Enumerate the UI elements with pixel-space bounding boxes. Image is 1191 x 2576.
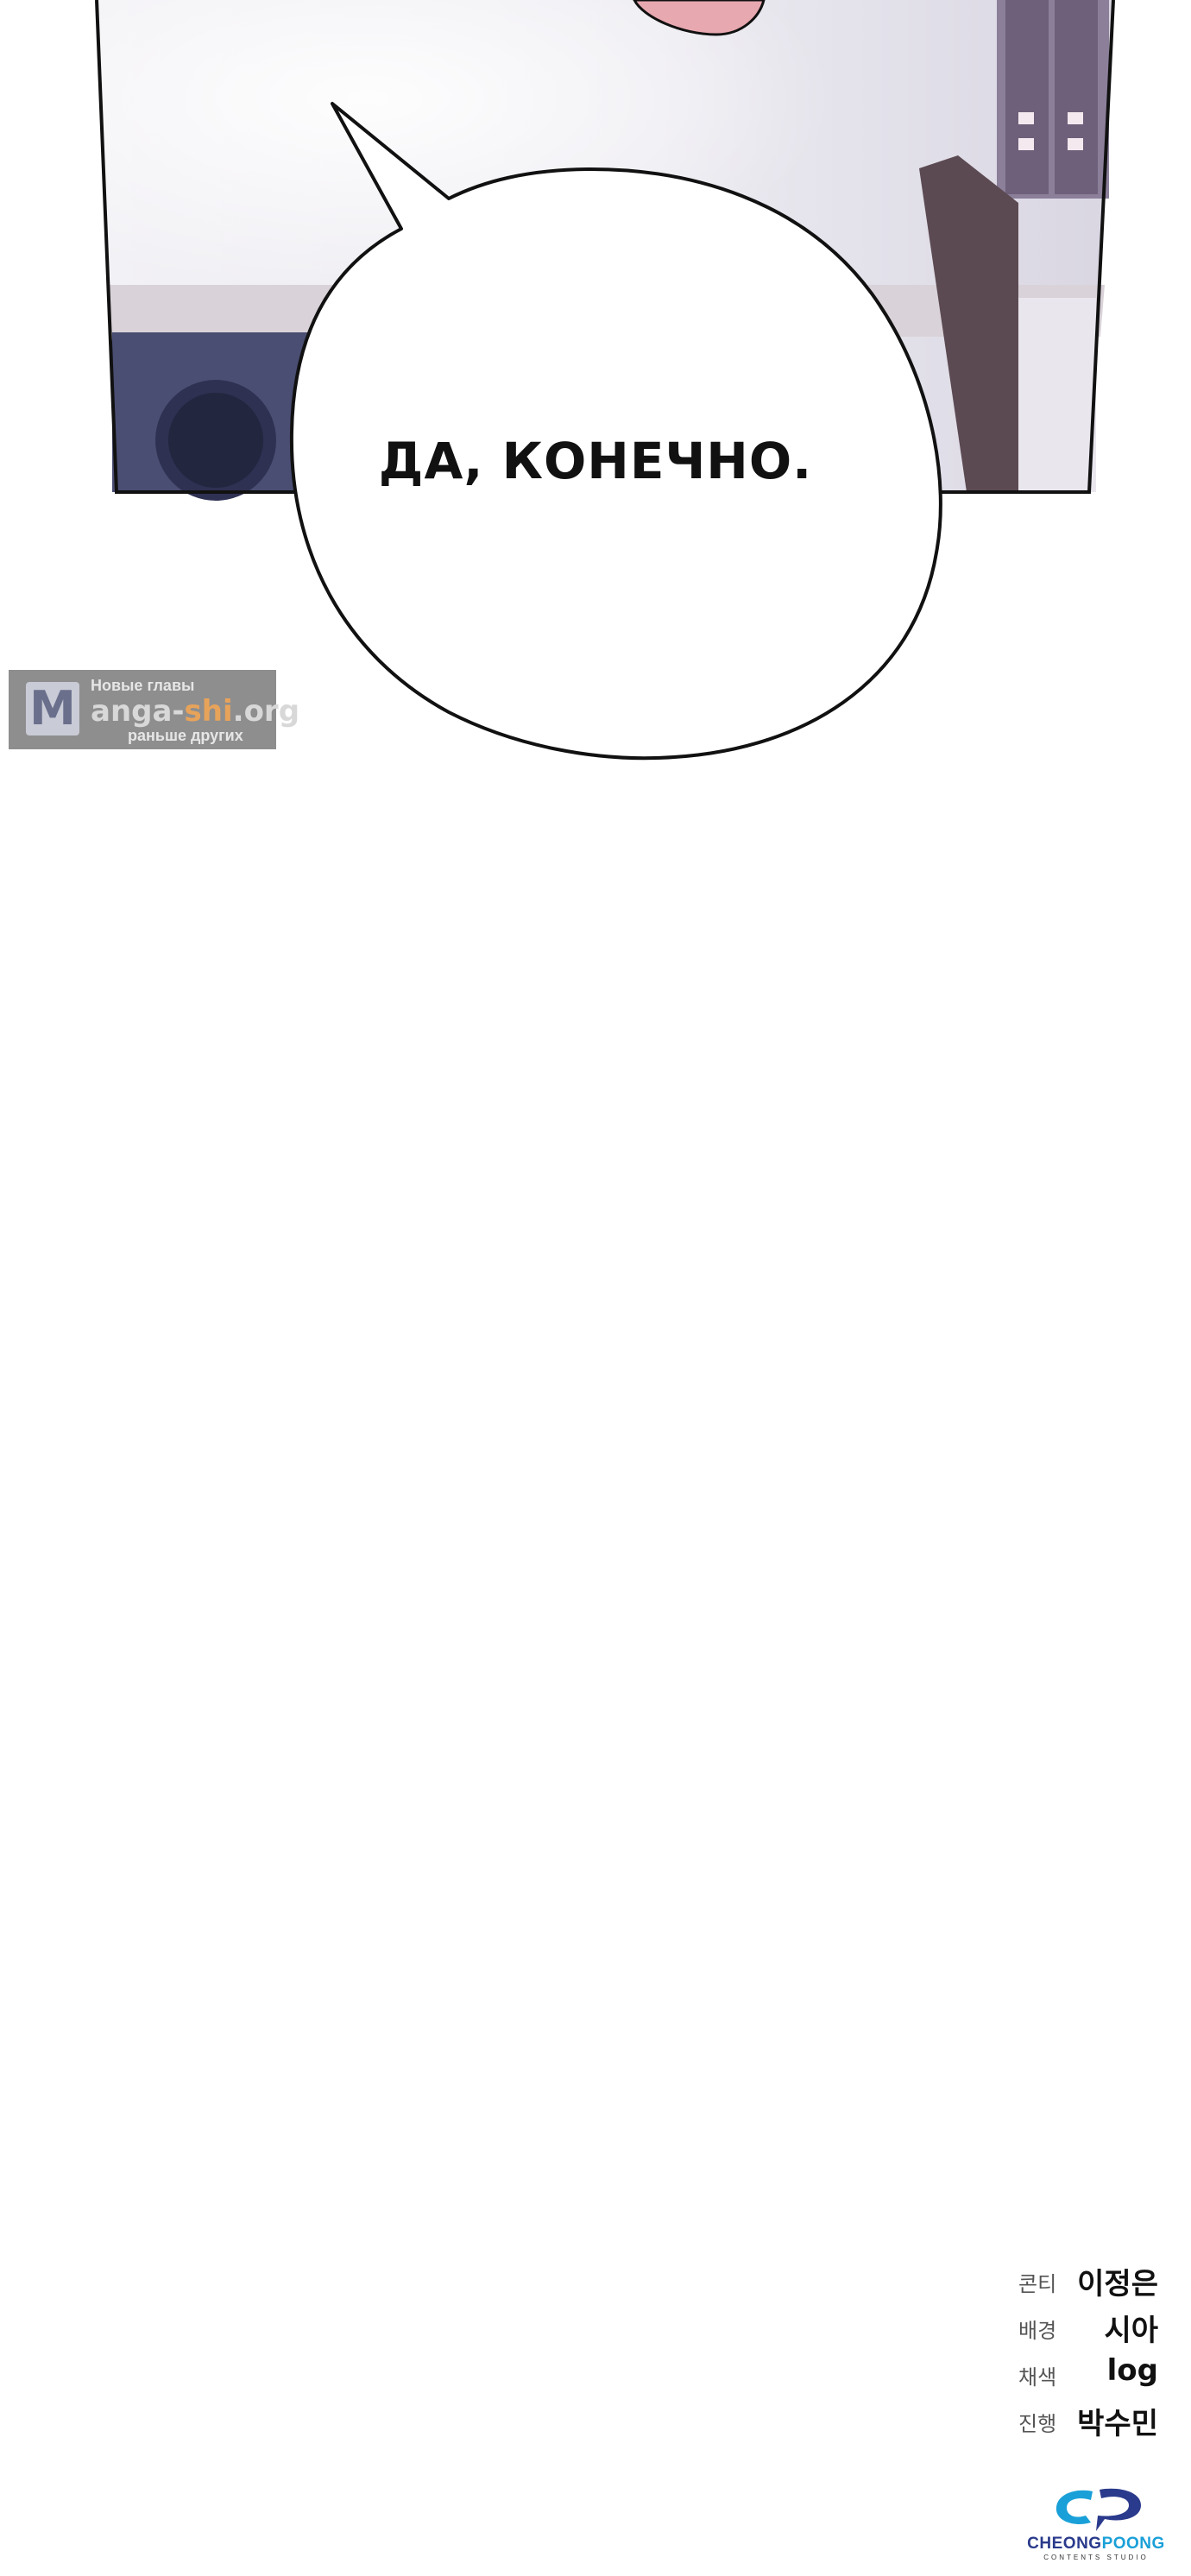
watermark-site-prefix: anga-	[91, 694, 185, 729]
watermark-site-suffix: .org	[232, 694, 300, 729]
credit-name: 시아	[1104, 2314, 1158, 2348]
studio-subtitle: CONTENTS STUDIO	[1043, 2554, 1149, 2561]
credit-role: 콘티	[1018, 2272, 1057, 2296]
binder-label-1a	[1018, 112, 1034, 124]
binder-label-2a	[1068, 112, 1083, 124]
credits-block: 콘티 이정은 배경 시아 채색 log 진행 박수민	[992, 2253, 1165, 2441]
studio-name: CHEONGPOONG	[1010, 2535, 1182, 2554]
studio-name-part2: POONG	[1101, 2535, 1165, 2553]
credit-row: 진행 박수민	[992, 2393, 1165, 2441]
watermark-site-highlight: shi	[184, 694, 233, 729]
credit-name: 이정은	[1077, 2267, 1158, 2301]
manga-page: ДА, КОНЕЧНО. M Новые главы anga-shi.org …	[0, 0, 1191, 2576]
studio-logo: CHEONGPOONG CONTENTS STUDIO	[1010, 2484, 1182, 2562]
credit-name: 박수민	[1077, 2407, 1158, 2441]
binder-2	[1055, 0, 1098, 194]
watermark-line-top: Новые главы	[91, 677, 195, 694]
binder-label-1b	[1018, 138, 1034, 150]
watermark-site-name: anga-shi.org	[91, 694, 299, 729]
comic-panel	[95, 0, 1115, 761]
credit-name: log	[1106, 2353, 1158, 2388]
watermark-line-bottom: раньше других	[128, 727, 243, 744]
binder-1	[1005, 0, 1049, 194]
watermark-logo-icon: M	[26, 682, 79, 736]
cabinet-speaker-inner	[168, 393, 263, 488]
white-box	[1018, 298, 1096, 492]
credit-role: 진행	[1018, 2412, 1057, 2436]
credit-row: 채색 log	[992, 2346, 1165, 2393]
studio-logo-icon	[1056, 2488, 1141, 2531]
watermark-banner: M Новые главы anga-shi.org раньше других	[9, 670, 299, 749]
credit-role: 배경	[1018, 2319, 1057, 2343]
credit-row: 배경 시아	[992, 2300, 1165, 2348]
credit-row: 콘티 이정은	[992, 2253, 1165, 2301]
binder-label-2b	[1068, 138, 1083, 150]
speech-bubble-text: ДА, КОНЕЧНО.	[378, 432, 813, 490]
studio-name-part1: CHEONG	[1027, 2535, 1102, 2553]
credit-role: 채색	[1018, 2365, 1057, 2390]
